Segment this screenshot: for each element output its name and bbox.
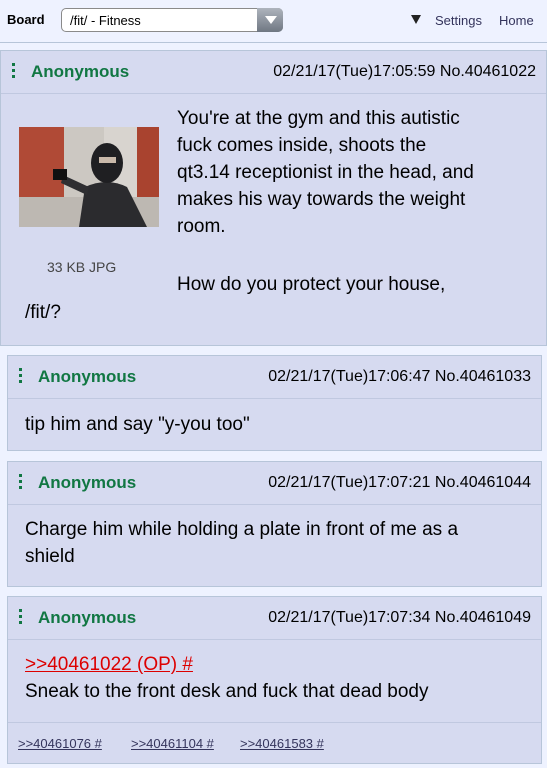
text-line: Charge him while holding a plate in fron… [25, 519, 459, 540]
post-menu-icon[interactable] [12, 63, 16, 81]
text-line: room. [177, 216, 226, 237]
post-datetime: 02/21/17(Tue)17:07:21 [268, 474, 431, 491]
post-text: Charge him while holding a plate in fron… [25, 516, 458, 570]
post-datetime: 02/21/17(Tue)17:06:47 [268, 368, 431, 385]
post-text: You're at the gym and this autistic fuck… [177, 105, 474, 240]
post-menu-icon[interactable] [19, 474, 23, 492]
text-line: makes his way towards the weight [177, 189, 466, 210]
post-header: Anonymous 02/21/17(Tue)17:07:34 No.40461… [8, 597, 541, 640]
text-line: fuck comes inside, shoots the [177, 135, 427, 156]
text-line: qt3.14 receptionist in the head, and [177, 162, 474, 183]
board-select[interactable]: /fit/ - Fitness [61, 8, 283, 32]
post-datetime: 02/21/17(Tue)17:07:34 [268, 609, 431, 626]
post-number[interactable]: No.40461044 [435, 474, 531, 491]
post-text-3: /fit/? [25, 302, 61, 323]
menu-caret-icon[interactable] [411, 15, 421, 24]
backlink[interactable]: >>40461583 # [240, 736, 324, 751]
post-text-2: How do you protect your house, [177, 274, 446, 295]
home-link[interactable]: Home [499, 13, 534, 28]
board-select-value: /fit/ - Fitness [70, 13, 141, 28]
post-header: Anonymous 02/21/17(Tue)17:06:47 No.40461… [8, 356, 541, 399]
reply-post: Anonymous 02/21/17(Tue)17:07:21 No.40461… [7, 461, 542, 587]
post-meta: 02/21/17(Tue)17:06:47 No.40461033 [268, 368, 531, 386]
post-menu-icon[interactable] [19, 609, 23, 627]
post-number[interactable]: No.40461033 [435, 368, 531, 385]
chevron-down-icon[interactable] [257, 8, 283, 32]
post-thumbnail[interactable] [19, 127, 159, 227]
text-line: You're at the gym and this autistic [177, 108, 460, 129]
backlinks: >>40461076 # >>40461104 # >>40461583 # [8, 722, 541, 763]
post-meta: 02/21/17(Tue)17:07:21 No.40461044 [268, 474, 531, 492]
poster-name: Anonymous [38, 473, 137, 492]
text-line: Sneak to the front desk and fuck that de… [25, 681, 429, 702]
settings-link[interactable]: Settings [435, 13, 482, 28]
post-header: Anonymous 02/21/17(Tue)17:07:21 No.40461… [8, 462, 541, 505]
top-bar: Board /fit/ - Fitness Settings Home [0, 0, 547, 43]
post-meta: 02/21/17(Tue)17:07:34 No.40461049 [268, 609, 531, 627]
post-meta: 02/21/17(Tue)17:05:59 No.40461022 [273, 63, 536, 81]
post-text: tip him and say "y-you too" [25, 414, 250, 435]
poster-name: Anonymous [31, 62, 130, 81]
op-post: Anonymous 02/21/17(Tue)17:05:59 No.40461… [0, 50, 547, 346]
post-datetime: 02/21/17(Tue)17:05:59 [273, 63, 436, 80]
post-number[interactable]: No.40461049 [435, 609, 531, 626]
poster-name: Anonymous [38, 367, 137, 386]
reply-post: Anonymous 02/21/17(Tue)17:06:47 No.40461… [7, 355, 542, 451]
file-info: 33 KB JPG [47, 259, 117, 275]
backlink[interactable]: >>40461076 # [18, 736, 102, 751]
post-text: >>40461022 (OP) # Sneak to the front des… [25, 651, 429, 705]
board-label: Board [7, 12, 45, 27]
post-menu-icon[interactable] [19, 368, 23, 386]
poster-name: Anonymous [38, 608, 137, 627]
text-line: shield [25, 546, 75, 567]
reply-post: Anonymous 02/21/17(Tue)17:07:34 No.40461… [7, 596, 542, 764]
post-number[interactable]: No.40461022 [440, 63, 536, 80]
backlink[interactable]: >>40461104 # [131, 736, 214, 751]
post-header: Anonymous 02/21/17(Tue)17:05:59 No.40461… [1, 51, 546, 94]
quote-link[interactable]: >>40461022 (OP) # [25, 654, 193, 675]
